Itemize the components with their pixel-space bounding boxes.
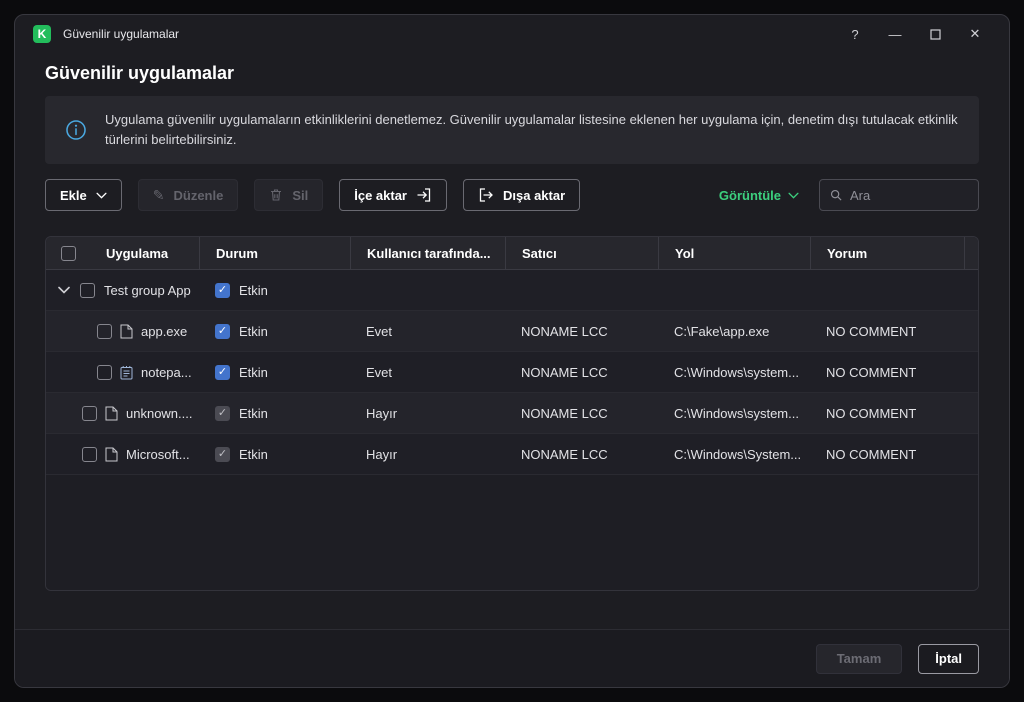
row-select-checkbox[interactable] — [97, 323, 112, 339]
toolbar: Ekle ✎ Düzenle Sil İçe aktar Dışa aktar — [45, 179, 979, 211]
row-name: Microsoft... — [126, 446, 190, 462]
row-name: app.exe — [141, 323, 188, 339]
header-spacer — [964, 237, 978, 269]
window-title: Güvenilir uygulamalar — [63, 27, 180, 41]
header-status: Durum — [199, 237, 350, 269]
search-icon — [830, 189, 842, 201]
header-user-defined: Kullanıcı tarafında... — [350, 237, 505, 269]
titlebar: K Güvenilir uygulamalar ? — ✕ — [15, 15, 1009, 53]
info-icon — [65, 119, 87, 141]
maximize-icon — [929, 28, 941, 40]
applications-table: Uygulama Durum Kullanıcı tarafında... Sa… — [45, 236, 979, 591]
info-banner-text: Uygulama güvenilir uygulamaların etkinli… — [105, 111, 958, 147]
info-banner: Uygulama güvenilir uygulamaların etkinli… — [45, 96, 979, 164]
import-button-label: İçe aktar — [354, 187, 407, 203]
ok-button[interactable]: Tamam — [815, 643, 903, 674]
export-button-label: Dışa aktar — [503, 187, 566, 203]
search-box — [819, 179, 979, 211]
view-button-label: Görüntüle — [718, 187, 781, 203]
export-button[interactable]: Dışa aktar — [463, 179, 581, 211]
import-button[interactable]: İçe aktar — [339, 179, 447, 211]
row-name: notepa... — [141, 364, 192, 380]
import-icon — [417, 188, 431, 202]
row-select-checkbox[interactable] — [82, 405, 97, 421]
titlebar-left: K Güvenilir uygulamalar — [33, 25, 179, 43]
page-title: Güvenilir uygulamalar — [45, 63, 235, 83]
table-row-group[interactable]: Test group App Etkin — [46, 270, 978, 311]
delete-button-label: Sil — [292, 187, 309, 203]
row-name: Test group App — [104, 282, 191, 298]
row-select-checkbox[interactable] — [97, 364, 112, 380]
window-controls: ? — ✕ — [839, 21, 991, 47]
row-select-checkbox[interactable] — [82, 446, 97, 462]
status-checkbox-disabled[interactable] — [215, 405, 230, 421]
status-checkbox[interactable] — [215, 323, 230, 339]
header-comment: Yorum — [810, 237, 964, 269]
pencil-icon: ✎ — [152, 187, 165, 203]
status-label: Etkin — [239, 323, 268, 339]
kaspersky-logo-icon: K — [33, 25, 51, 43]
header-vendor: Satıcı — [505, 237, 658, 269]
status-label: Etkin — [239, 405, 268, 421]
row-name: unknown.... — [126, 405, 193, 421]
row-select-checkbox[interactable] — [80, 282, 95, 298]
file-icon — [105, 447, 118, 462]
status-label: Etkin — [239, 446, 268, 462]
view-button[interactable]: Görüntüle — [713, 179, 805, 211]
delete-button[interactable]: Sil — [254, 179, 324, 211]
maximize-button[interactable] — [919, 21, 951, 47]
trash-icon — [271, 189, 282, 201]
help-button[interactable]: ? — [839, 21, 871, 47]
trusted-applications-window: K Güvenilir uygulamalar ? — ✕ Güvenilir … — [14, 14, 1010, 688]
header-application: Uygulama — [46, 237, 199, 269]
status-label: Etkin — [239, 282, 268, 298]
table-empty-area — [46, 475, 978, 590]
add-button[interactable]: Ekle — [45, 179, 122, 211]
edit-button[interactable]: ✎ Düzenle — [137, 179, 239, 211]
table-header: Uygulama Durum Kullanıcı tarafında... Sa… — [46, 237, 978, 270]
footer: Tamam İptal — [15, 629, 1009, 687]
select-all-checkbox[interactable] — [61, 245, 76, 261]
notepad-icon — [120, 365, 133, 380]
minimize-button[interactable]: — — [879, 21, 911, 47]
logo-glyph: K — [37, 27, 47, 41]
status-checkbox[interactable] — [215, 364, 230, 380]
file-icon — [120, 324, 133, 339]
expander-chevron-down-icon[interactable] — [58, 286, 70, 294]
toolbar-right: Görüntüle — [713, 179, 979, 211]
content: Uygulama güvenilir uygulamaların etkinli… — [15, 96, 1009, 629]
add-button-label: Ekle — [60, 187, 87, 203]
file-icon — [105, 406, 118, 421]
close-button[interactable]: ✕ — [959, 21, 991, 47]
cancel-button[interactable]: İptal — [918, 643, 979, 674]
chevron-down-icon — [788, 192, 799, 199]
table-row[interactable]: unknown.... Etkin Hayır NONAME LCC C:\Wi… — [46, 393, 978, 434]
export-icon — [479, 188, 493, 202]
status-checkbox-disabled[interactable] — [215, 446, 230, 462]
header-path: Yol — [658, 237, 810, 269]
table-row[interactable]: notepa... Etkin Evet NONAME LCC C:\Windo… — [46, 352, 978, 393]
status-label: Etkin — [239, 364, 268, 380]
status-checkbox[interactable] — [215, 282, 230, 298]
chevron-down-icon — [96, 192, 107, 199]
edit-button-label: Düzenle — [173, 187, 224, 203]
search-input[interactable] — [849, 187, 968, 203]
table-row[interactable]: Microsoft... Etkin Hayır NONAME LCC C:\W… — [46, 434, 978, 475]
table-row[interactable]: app.exe Etkin Evet NONAME LCC C:\Fake\ap… — [46, 311, 978, 352]
